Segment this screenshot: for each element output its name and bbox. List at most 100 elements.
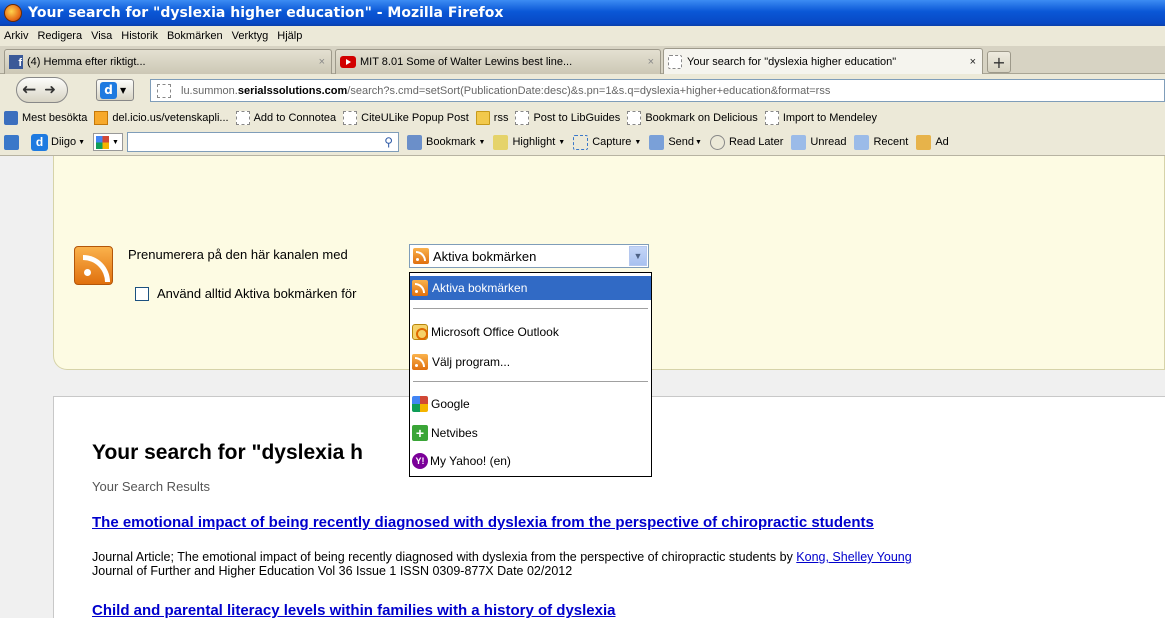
option-google[interactable]: Google: [410, 392, 651, 416]
tool-label: Highlight: [512, 136, 556, 148]
result-title-link[interactable]: The emotional impact of being recently d…: [92, 514, 874, 531]
menu-bokmarken[interactable]: Bokmärken: [167, 30, 223, 42]
close-icon[interactable]: ×: [970, 56, 976, 68]
bookmark-libguides[interactable]: Post to LibGuides: [515, 111, 620, 125]
forward-arrow-icon[interactable]: ➜: [44, 82, 56, 98]
rss-icon: [413, 248, 429, 264]
menu-hjalp[interactable]: Hjälp: [277, 30, 302, 42]
blank-page-icon: [764, 111, 779, 125]
option-outlook[interactable]: Microsoft Office Outlook: [410, 320, 651, 344]
tool-label: Recent: [873, 136, 909, 148]
diigo-unread-button[interactable]: Unread: [791, 134, 846, 150]
option-aktiva-bokmarken[interactable]: Aktiva bokmärken: [410, 276, 651, 300]
facebook-icon: f: [9, 55, 23, 69]
diigo-label: Diigo: [51, 136, 77, 148]
diigo-brand-button[interactable]: d Diigo ▼: [31, 133, 85, 151]
option-choose-program[interactable]: Välj program...: [410, 350, 651, 374]
result-title-link[interactable]: Child and parental literacy levels withi…: [92, 602, 616, 618]
feed-reader-select[interactable]: Aktiva bokmärken ▼: [409, 244, 649, 268]
menu-visa[interactable]: Visa: [91, 30, 112, 42]
bookmark-label: Import to Mendeley: [782, 112, 877, 124]
diigo-search-input[interactable]: ⚲: [127, 132, 400, 152]
close-icon[interactable]: ×: [319, 56, 325, 68]
diigo-icon: d: [31, 133, 48, 151]
bookmark-mendeley[interactable]: Import to Mendeley: [764, 111, 877, 125]
bookmark-mest-besokta[interactable]: Mest besökta: [4, 111, 87, 125]
page-subtitle: Your Search Results: [92, 479, 211, 494]
menu-bar: Arkiv Redigera Visa Historik Bokmärken V…: [0, 26, 1165, 46]
magnifier-icon[interactable]: ⚲: [384, 135, 393, 149]
option-label: Netvibes: [431, 426, 478, 440]
bookmark-delicious[interactable]: Bookmark on Delicious: [627, 111, 758, 125]
diigo-sidebar-button[interactable]: [4, 134, 23, 150]
diigo-highlight-button[interactable]: Highlight ▼: [493, 134, 565, 150]
tab-search-results[interactable]: Your search for "dyslexia higher educati…: [663, 48, 983, 75]
author-link[interactable]: Kong, Shelley Young: [796, 550, 911, 564]
menu-verktyg[interactable]: Verktyg: [232, 30, 269, 42]
outlook-icon: [412, 324, 428, 340]
search-engine-selector[interactable]: ▼: [93, 133, 124, 151]
chevron-down-icon[interactable]: ▼: [629, 246, 647, 266]
google-icon: [412, 396, 428, 412]
menu-arkiv[interactable]: Arkiv: [4, 30, 28, 42]
netvibes-icon: +: [412, 425, 428, 441]
option-label: Aktiva bokmärken: [432, 281, 528, 295]
tab-label: (4) Hemma efter riktigt...: [27, 56, 146, 68]
diigo-icon: d: [100, 81, 117, 99]
bookmark-delicious-feed[interactable]: del.icio.us/vetenskapli...: [94, 111, 229, 125]
folder-icon: [791, 134, 807, 150]
always-use-label: Använd alltid Aktiva bokmärken för: [157, 286, 357, 301]
chevron-down-icon: ▼: [634, 138, 642, 146]
navigation-bar: ← ➜ d ▼ lu.summon. serialssolutions.com/s…: [0, 74, 1165, 107]
window-title: Your search for "dyslexia higher educati…: [28, 5, 504, 21]
yahoo-icon: Y!: [412, 453, 428, 469]
tab-label: Your search for "dyslexia higher educati…: [687, 56, 897, 68]
diigo-recent-button[interactable]: Recent: [854, 134, 909, 150]
read-later-icon: [709, 134, 725, 150]
menu-historik[interactable]: Historik: [121, 30, 158, 42]
bookmarks-toolbar: Mest besökta del.icio.us/vetenskapli... …: [0, 107, 1165, 129]
menu-redigera[interactable]: Redigera: [37, 30, 82, 42]
option-netvibes[interactable]: + Netvibes: [410, 421, 651, 445]
bookmark-label: Bookmark on Delicious: [645, 112, 758, 124]
bookmark-label: Post to LibGuides: [533, 112, 621, 124]
close-icon[interactable]: ×: [648, 56, 654, 68]
tab-youtube[interactable]: MIT 8.01 Some of Walter Lewins best line…: [335, 49, 661, 74]
tab-facebook[interactable]: f (4) Hemma efter riktigt... ×: [4, 49, 332, 74]
diigo-capture-button[interactable]: Capture ▼: [573, 134, 642, 150]
add-icon: [916, 134, 932, 150]
folder-icon: [854, 134, 870, 150]
url-domain: serialssolutions.com: [237, 84, 348, 97]
dropdown-divider: [413, 381, 648, 382]
always-use-checkbox[interactable]: [135, 286, 149, 301]
bookmark-rss-folder[interactable]: rss: [475, 111, 509, 125]
result-description: Journal Article; The emotional impact of…: [92, 550, 912, 578]
bookmark-label: Mest besökta: [22, 112, 88, 124]
diigo-add-button[interactable]: Ad: [916, 134, 949, 150]
url-bar[interactable]: lu.summon. serialssolutions.com/search?s.…: [150, 79, 1165, 102]
bookmark-label: CiteULike Popup Post: [361, 112, 469, 124]
capture-icon: [573, 134, 589, 150]
bookmark-citeulike[interactable]: CiteULike Popup Post: [343, 111, 469, 125]
tool-label: Capture: [592, 136, 632, 148]
site-identity-icon[interactable]: [157, 83, 171, 98]
blank-page-icon: [668, 55, 682, 69]
firefox-icon: [4, 4, 22, 22]
bookmark-connotea[interactable]: Add to Connotea: [235, 111, 336, 125]
back-arrow-icon[interactable]: ←: [22, 80, 36, 100]
result-desc-line1: Journal Article; The emotional impact of…: [92, 550, 797, 564]
diigo-menu-button[interactable]: d ▼: [96, 79, 134, 101]
bookmark-label: rss: [493, 112, 509, 124]
back-forward-buttons[interactable]: ← ➜: [16, 77, 68, 103]
always-use-row[interactable]: Använd alltid Aktiva bokmärken för: [135, 286, 356, 301]
diigo-send-button[interactable]: Send ▼: [649, 134, 702, 150]
sidebar-icon: [4, 134, 19, 150]
blank-page-icon: [515, 111, 530, 125]
new-tab-button[interactable]: +: [987, 51, 1011, 73]
option-my-yahoo[interactable]: Y! My Yahoo! (en): [410, 449, 651, 473]
diigo-read-later-button[interactable]: Read Later: [709, 134, 783, 150]
chevron-down-icon: ▼: [120, 85, 127, 95]
diigo-bookmark-button[interactable]: Bookmark ▼: [407, 134, 485, 150]
rss-icon: [94, 111, 109, 125]
blank-page-icon: [235, 111, 250, 125]
